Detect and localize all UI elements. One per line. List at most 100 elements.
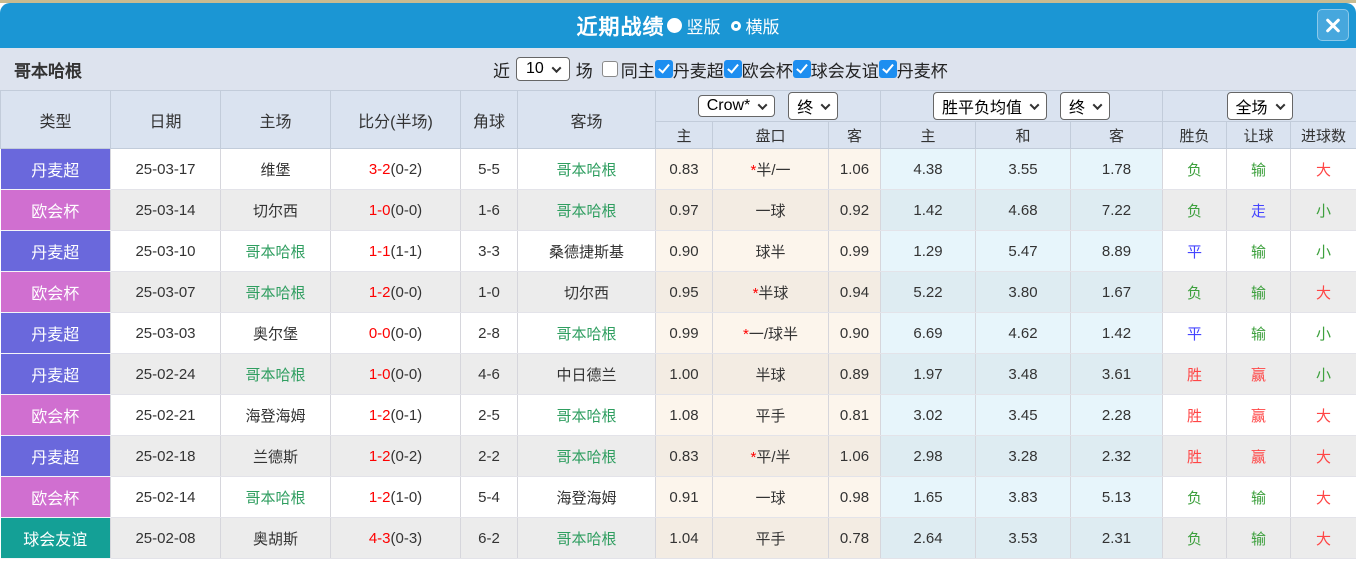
- avg-odds-group-header: 胜平负均值 终: [880, 90, 1164, 122]
- avg-select[interactable]: 胜平负均值: [933, 92, 1048, 120]
- league-badge: 欧会杯: [0, 189, 111, 231]
- table-row: 丹麦超 25-02-18 兰德斯 1-2(0-2) 2-2 哥本哈根 0.83 …: [0, 435, 1356, 477]
- filter-controls: 近 10 场 同主 丹麦超 欧会杯 球会友谊 丹麦杯: [487, 48, 948, 90]
- home-team: 海登海姆: [220, 394, 331, 436]
- col-header-avg-away: 客: [1070, 121, 1164, 149]
- avg-odds-home: 1.65: [880, 476, 977, 518]
- table-row: 丹麦超 25-02-24 哥本哈根 1-0(0-0) 4-6 中日德兰 1.00…: [0, 353, 1356, 395]
- handicap-line: *一/球半: [712, 312, 829, 354]
- vertical-layout-radio-label[interactable]: 竖版: [687, 13, 721, 38]
- goals-result-cell: 小: [1290, 312, 1356, 354]
- league-badge: 丹麦超: [0, 230, 111, 272]
- col-header-type: 类型: [0, 90, 111, 149]
- avg-odds-away: 2.32: [1070, 435, 1164, 477]
- handicap-odds-away: 1.06: [828, 435, 882, 477]
- avg-odds-away: 2.31: [1070, 517, 1164, 559]
- vertical-layout-radio-icon[interactable]: [666, 18, 682, 33]
- avg-odds-home: 3.02: [880, 394, 977, 436]
- table-row: 欧会杯 25-02-21 海登海姆 1-2(0-1) 2-5 哥本哈根 1.08…: [0, 394, 1356, 436]
- handicap-odds-home: 1.08: [655, 394, 713, 436]
- match-date: 25-02-21: [110, 394, 221, 436]
- league-label-1[interactable]: 欧会杯: [742, 57, 793, 82]
- scope-select[interactable]: 全场: [1226, 92, 1293, 120]
- away-team: 桑德捷斯基: [517, 230, 656, 272]
- handicap-line: 一球: [712, 189, 829, 231]
- avg-odds-away: 2.28: [1070, 394, 1164, 436]
- handicap-odds-home: 0.83: [655, 435, 713, 477]
- handicap-result-cell: 赢: [1226, 353, 1292, 395]
- league-label-3[interactable]: 丹麦杯: [897, 57, 948, 82]
- handicap-odds-home: 0.95: [655, 271, 713, 313]
- score-cell: 4-3(0-3): [330, 517, 461, 559]
- horizontal-layout-radio-label[interactable]: 横版: [746, 13, 780, 38]
- col-header-score: 比分(半场): [330, 90, 461, 149]
- col-header-odds-away: 客: [827, 121, 882, 149]
- avg-odds-away: 3.61: [1070, 353, 1164, 395]
- close-icon[interactable]: [1317, 9, 1349, 41]
- corner-score: 2-2: [460, 435, 518, 477]
- handicap-result-cell: 输: [1226, 230, 1292, 272]
- handicap-odds-away: 0.81: [828, 394, 882, 436]
- away-team: 哥本哈根: [517, 312, 656, 354]
- home-team: 兰德斯: [220, 435, 331, 477]
- avg-odds-home: 2.98: [880, 435, 977, 477]
- corner-score: 1-6: [460, 189, 518, 231]
- corner-score: 5-4: [460, 476, 518, 518]
- avg-odds-draw: 3.45: [975, 394, 1072, 436]
- handicap-result-cell: 走: [1226, 189, 1292, 231]
- handicap-line: *半球: [712, 271, 829, 313]
- result-cell: 平: [1162, 230, 1228, 272]
- handicap-odds-away: 0.78: [828, 517, 882, 559]
- avg-time-select[interactable]: 终: [1060, 92, 1111, 120]
- avg-odds-home: 1.29: [880, 230, 977, 272]
- goals-result-cell: 小: [1290, 353, 1356, 395]
- handicap-result-cell: 输: [1226, 517, 1292, 559]
- halftime-score: (0-0): [390, 201, 423, 219]
- match-date: 25-02-24: [110, 353, 221, 395]
- handicap-odds-away: 0.98: [828, 476, 882, 518]
- score-cell: 1-2(1-0): [330, 476, 461, 518]
- match-date: 25-03-14: [110, 189, 221, 231]
- home-team: 奥胡斯: [220, 517, 331, 559]
- league-checkbox-2[interactable]: [792, 60, 811, 78]
- recent-count-select[interactable]: 10: [516, 57, 570, 81]
- chevron-down-icon: [757, 99, 768, 110]
- chevron-down-icon: [1092, 99, 1103, 110]
- handicap-odds-home: 1.00: [655, 353, 713, 395]
- league-label-2[interactable]: 球会友谊: [811, 57, 879, 82]
- avg-odds-home: 2.64: [880, 517, 977, 559]
- recent-results-window: 近期战绩 竖版 横版 哥本哈根 近 10 场 同主 丹麦超 欧会杯 球会友谊 丹…: [0, 0, 1356, 563]
- handicap-line: 半球: [712, 353, 829, 395]
- layout-radio-group: 竖版 横版: [666, 13, 780, 38]
- bookmaker-select[interactable]: Crow*: [697, 95, 776, 117]
- score-cell: 1-0(0-0): [330, 353, 461, 395]
- horizontal-layout-radio-icon[interactable]: [730, 20, 741, 31]
- same-home-checkbox[interactable]: [601, 61, 618, 77]
- score-cell: 1-2(0-0): [330, 271, 461, 313]
- league-badge: 丹麦超: [0, 312, 111, 354]
- same-home-label[interactable]: 同主: [621, 57, 655, 82]
- league-checkbox-1[interactable]: [723, 60, 742, 78]
- home-team: 哥本哈根: [220, 230, 331, 272]
- league-checkbox-3[interactable]: [878, 60, 897, 78]
- corner-score: 2-8: [460, 312, 518, 354]
- halftime-score: (0-2): [390, 447, 423, 465]
- result-cell: 负: [1162, 476, 1228, 518]
- recent-label: 近: [493, 61, 510, 81]
- handicap-result-cell: 输: [1226, 476, 1292, 518]
- fulltime-score: 1-0: [368, 365, 391, 383]
- avg-odds-home: 1.42: [880, 189, 977, 231]
- corner-score: 1-0: [460, 271, 518, 313]
- goals-result-cell: 大: [1290, 271, 1356, 313]
- league-label-0[interactable]: 丹麦超: [673, 57, 724, 82]
- col-header-handicap: 让球: [1226, 121, 1292, 149]
- away-team: 海登海姆: [517, 476, 656, 518]
- goals-result-cell: 小: [1290, 189, 1356, 231]
- result-cell: 负: [1162, 189, 1228, 231]
- score-cell: 1-0(0-0): [330, 189, 461, 231]
- league-badge: 丹麦超: [0, 148, 111, 190]
- chevron-down-icon: [820, 99, 831, 110]
- league-checkbox-0[interactable]: [654, 60, 673, 78]
- goals-result-cell: 大: [1290, 394, 1356, 436]
- bookmaker-time-select[interactable]: 终: [788, 92, 839, 120]
